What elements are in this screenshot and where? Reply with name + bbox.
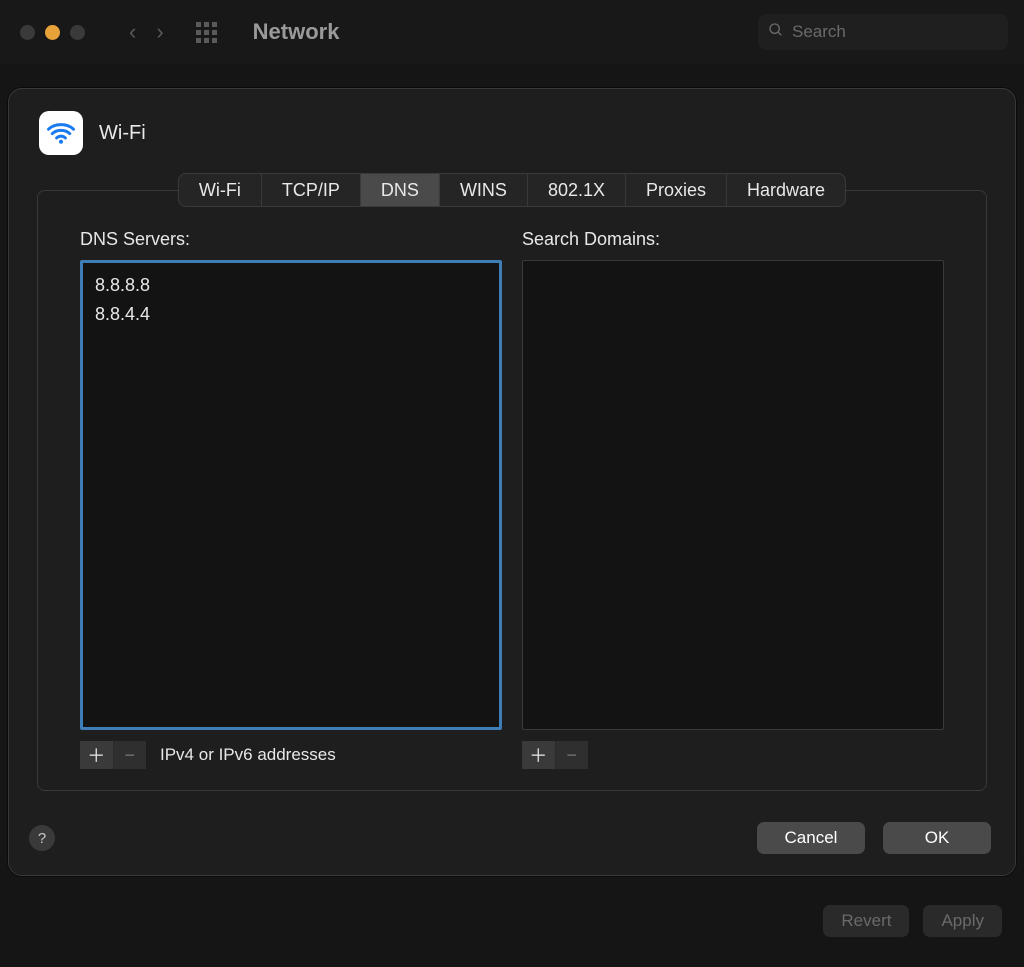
- ok-button[interactable]: OK: [883, 822, 991, 854]
- sheet-footer: ? Cancel OK: [29, 819, 991, 857]
- search-icon: [768, 22, 784, 43]
- window-minimize-button[interactable]: [45, 25, 60, 40]
- dns-servers-column: DNS Servers: 8.8.8.8 8.8.4.4 ＋ − IPv4 or…: [80, 229, 502, 770]
- tab-proxies[interactable]: Proxies: [626, 174, 727, 206]
- tab-bar: Wi-Fi TCP/IP DNS WINS 802.1X Proxies Har…: [178, 173, 846, 207]
- dns-servers-controls: ＋ − IPv4 or IPv6 addresses: [80, 740, 502, 770]
- list-item[interactable]: 8.8.8.8: [95, 271, 487, 300]
- dns-hint: IPv4 or IPv6 addresses: [160, 745, 336, 765]
- background-buttons: Revert Apply: [823, 905, 1002, 937]
- window-zoom-button[interactable]: [70, 25, 85, 40]
- titlebar: ‹ › Network Search: [0, 0, 1024, 64]
- nav-back-button[interactable]: ‹: [129, 21, 136, 43]
- domains-remove-button[interactable]: −: [556, 741, 589, 769]
- window-close-button[interactable]: [20, 25, 35, 40]
- search-domains-column: Search Domains: ＋ −: [522, 229, 944, 770]
- list-item[interactable]: 8.8.4.4: [95, 300, 487, 329]
- revert-button[interactable]: Revert: [823, 905, 909, 937]
- window-title: Network: [253, 19, 340, 45]
- sheet-header: Wi-Fi: [9, 111, 1015, 155]
- search-domains-list[interactable]: [522, 260, 944, 730]
- help-button[interactable]: ?: [29, 825, 55, 851]
- nav-forward-button[interactable]: ›: [156, 21, 163, 43]
- wifi-icon: [39, 111, 83, 155]
- search-domains-label: Search Domains:: [522, 229, 944, 250]
- tab-wifi[interactable]: Wi-Fi: [179, 174, 262, 206]
- dns-servers-label: DNS Servers:: [80, 229, 502, 250]
- interface-name: Wi-Fi: [99, 122, 146, 145]
- advanced-sheet: Wi-Fi Wi-Fi TCP/IP DNS WINS 802.1X Proxi…: [8, 88, 1016, 876]
- show-all-icon[interactable]: [196, 22, 217, 43]
- tab-tcpip[interactable]: TCP/IP: [262, 174, 361, 206]
- search-placeholder: Search: [792, 22, 846, 42]
- search-domains-controls: ＋ −: [522, 740, 944, 770]
- tab-wins[interactable]: WINS: [440, 174, 528, 206]
- tab-8021x[interactable]: 802.1X: [528, 174, 626, 206]
- dns-groupbox: DNS Servers: 8.8.8.8 8.8.4.4 ＋ − IPv4 or…: [37, 190, 987, 791]
- dns-columns: DNS Servers: 8.8.8.8 8.8.4.4 ＋ − IPv4 or…: [38, 191, 986, 790]
- traffic-lights: [20, 25, 85, 40]
- cancel-button[interactable]: Cancel: [757, 822, 865, 854]
- dns-add-button[interactable]: ＋: [80, 741, 114, 769]
- domains-add-button[interactable]: ＋: [522, 741, 556, 769]
- search-input[interactable]: Search: [758, 14, 1008, 50]
- apply-button[interactable]: Apply: [923, 905, 1002, 937]
- tab-dns[interactable]: DNS: [361, 174, 440, 206]
- tab-hardware[interactable]: Hardware: [727, 174, 845, 206]
- dns-plus-minus: ＋ −: [80, 741, 146, 769]
- dns-remove-button[interactable]: −: [114, 741, 147, 769]
- nav-arrows: ‹ ›: [129, 21, 164, 43]
- domains-plus-minus: ＋ −: [522, 741, 588, 769]
- dns-servers-list[interactable]: 8.8.8.8 8.8.4.4: [80, 260, 502, 730]
